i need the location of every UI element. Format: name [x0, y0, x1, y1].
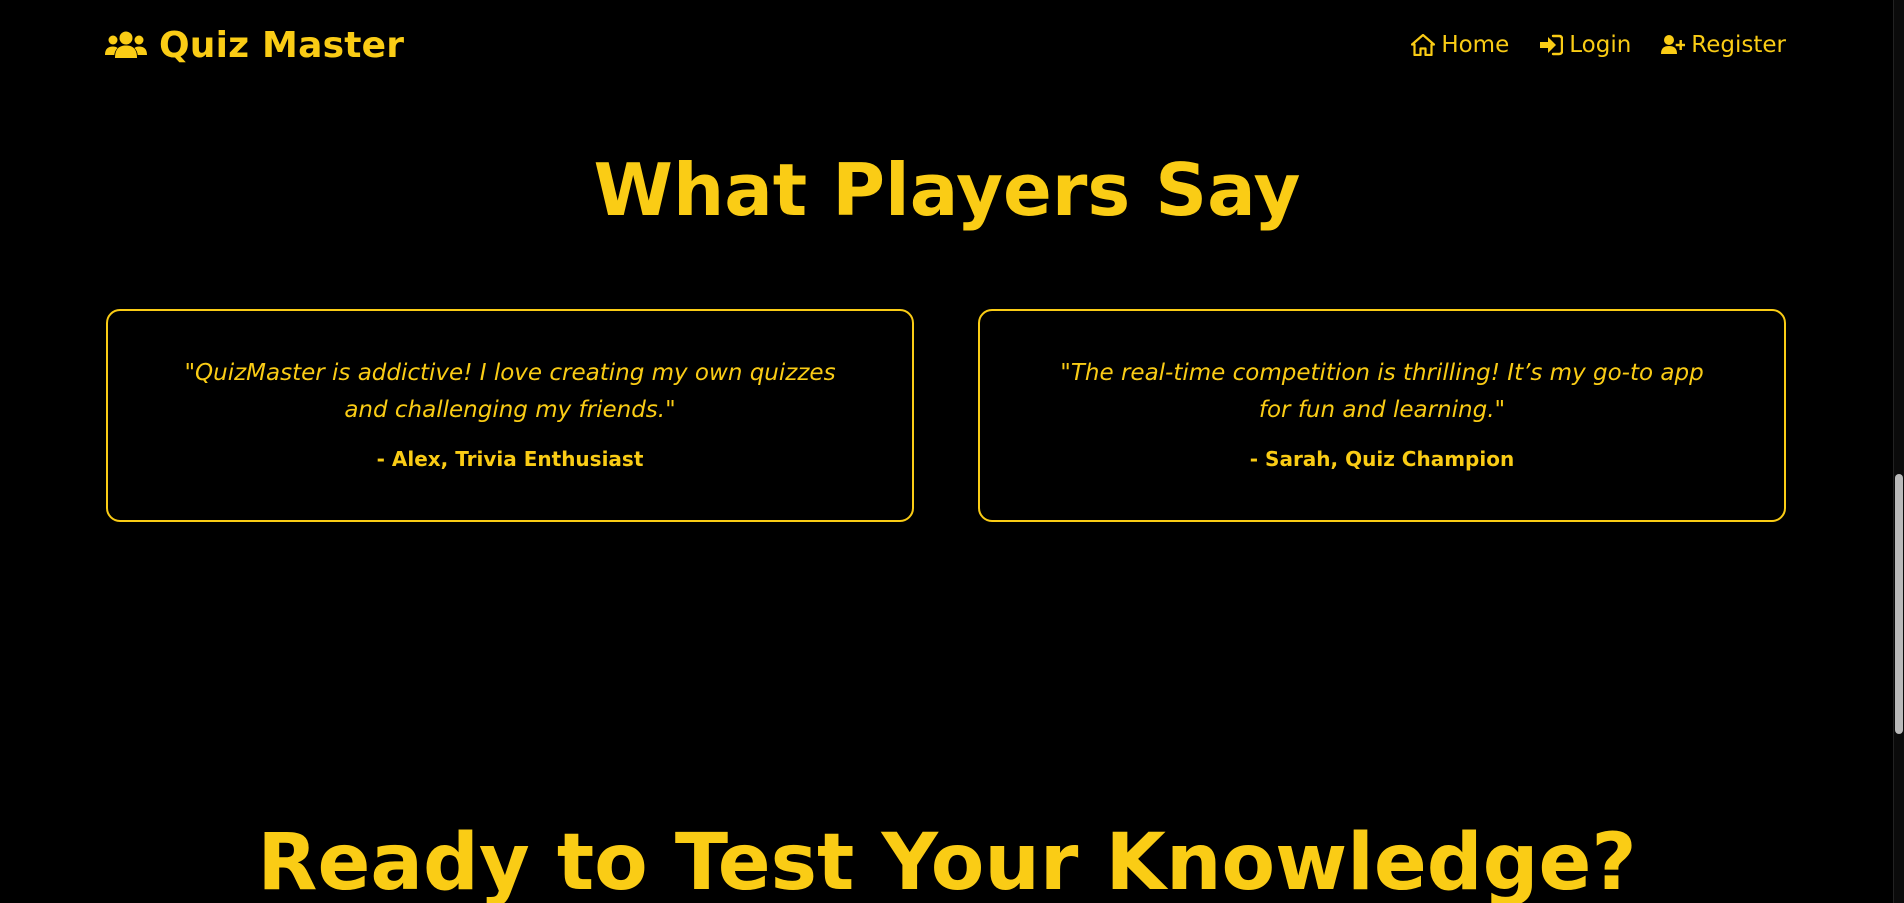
brand-name: Quiz Master: [159, 24, 405, 66]
nav-home-link[interactable]: Home: [1411, 32, 1509, 58]
testimonial-quote: "The real-time competition is thrilling!…: [1060, 360, 1704, 423]
testimonial-author: - Sarah, Quiz Champion: [1249, 447, 1515, 471]
users-icon: [105, 30, 147, 60]
scrollbar[interactable]: [1893, 0, 1904, 903]
nav-register-label: Register: [1691, 32, 1786, 58]
nav-login-link[interactable]: Login: [1539, 32, 1631, 58]
nav-login-label: Login: [1569, 32, 1632, 58]
home-icon: [1411, 33, 1436, 57]
testimonial-card: "The real-time competition is thrilling!…: [978, 309, 1786, 522]
user-plus-icon: [1661, 34, 1686, 56]
nav-home-label: Home: [1441, 32, 1510, 58]
testimonial-author: - Alex, Trivia Enthusiast: [376, 447, 644, 471]
testimonial-card: "QuizMaster is addictive! I love creatin…: [106, 309, 914, 522]
page: Quiz Master Home Login Register What Pla…: [0, 0, 1904, 903]
testimonials-section: "QuizMaster is addictive! I love creatin…: [106, 309, 1786, 522]
brand-link[interactable]: Quiz Master: [105, 25, 404, 66]
testimonial-quote: "QuizMaster is addictive! I love creatin…: [184, 360, 836, 423]
nav-links: Home Login Register: [1411, 32, 1786, 58]
cta-title: Ready to Test Your Knowledge?: [257, 818, 1637, 903]
testimonials-title: What Players Say: [593, 148, 1301, 232]
nav-register-link[interactable]: Register: [1661, 32, 1786, 58]
sign-in-icon: [1539, 34, 1564, 56]
scrollbar-thumb[interactable]: [1895, 474, 1903, 734]
navbar: Quiz Master Home Login Register: [105, 22, 1786, 68]
